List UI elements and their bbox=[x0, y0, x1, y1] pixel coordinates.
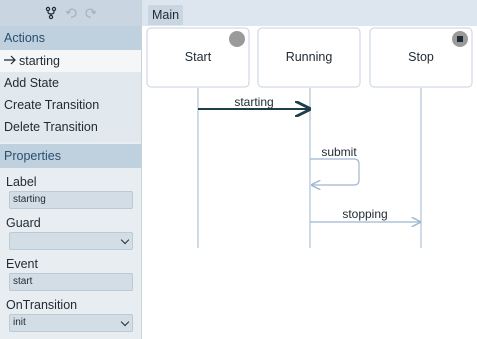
toolbar bbox=[0, 0, 141, 26]
properties-panel: Label starting Guard Event start OnTrans… bbox=[0, 168, 141, 332]
transition-stopping-label: stopping bbox=[342, 207, 387, 221]
diagram-canvas: Start Running Stop starting submit stopp… bbox=[142, 26, 477, 339]
tab-bar: Main bbox=[142, 0, 477, 26]
redo-icon[interactable] bbox=[84, 6, 98, 20]
branch-icon[interactable] bbox=[44, 6, 58, 20]
label-field-label: Label bbox=[6, 175, 37, 189]
sequence-diagram: Start Running Stop starting submit stopp… bbox=[146, 27, 473, 248]
transition-stopping[interactable]: stopping bbox=[310, 207, 420, 222]
selected-transition-item[interactable]: starting bbox=[0, 50, 141, 72]
event-input[interactable]: start bbox=[9, 273, 133, 291]
properties-header: Properties bbox=[0, 144, 141, 168]
undo-icon[interactable] bbox=[64, 6, 78, 20]
selected-transition-label: starting bbox=[19, 54, 60, 68]
create-transition-button[interactable]: Create Transition bbox=[0, 94, 141, 116]
state-stop[interactable]: Stop bbox=[369, 27, 473, 88]
state-start-label: Start bbox=[185, 50, 212, 64]
transition-submit[interactable]: submit bbox=[310, 145, 360, 185]
label-input[interactable]: starting bbox=[9, 191, 133, 209]
delete-transition-button[interactable]: Delete Transition bbox=[0, 116, 141, 138]
guard-field-label: Guard bbox=[6, 216, 41, 230]
tab-main[interactable]: Main bbox=[148, 5, 184, 25]
add-state-button[interactable]: Add State bbox=[0, 72, 141, 94]
transition-starting[interactable]: starting bbox=[198, 95, 309, 109]
state-stop-label: Stop bbox=[408, 50, 434, 64]
guard-select[interactable] bbox=[9, 232, 133, 250]
event-field-label: Event bbox=[6, 257, 38, 271]
state-running-label: Running bbox=[286, 50, 333, 64]
main-area: Main Start Running Stop starting submit … bbox=[142, 0, 477, 339]
arrow-right-icon bbox=[4, 50, 16, 72]
actions-list: starting Add State Create Transition Del… bbox=[0, 50, 141, 142]
ontransition-select[interactable]: init bbox=[9, 314, 133, 332]
actions-header: Actions bbox=[0, 26, 141, 50]
transition-submit-label: submit bbox=[321, 145, 357, 159]
initial-state-marker-icon bbox=[229, 31, 245, 47]
ontransition-field-label: OnTransition bbox=[6, 298, 78, 312]
sidebar: Actions starting Add State Create Transi… bbox=[0, 0, 142, 339]
transition-starting-label: starting bbox=[234, 95, 273, 109]
state-start[interactable]: Start bbox=[146, 27, 250, 88]
state-running[interactable]: Running bbox=[257, 27, 361, 88]
